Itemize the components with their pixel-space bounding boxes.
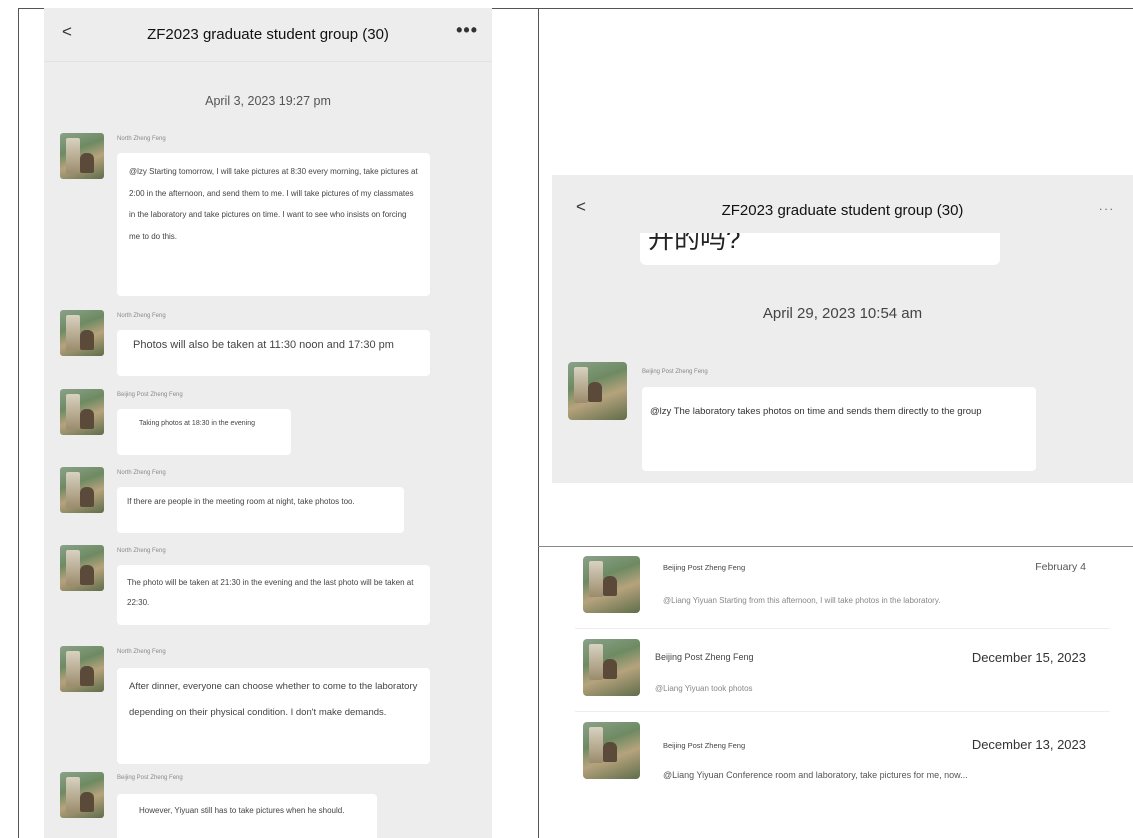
message-sender: North Zheng Feng <box>117 649 166 655</box>
back-button[interactable]: < <box>62 22 72 42</box>
message-bubble[interactable]: The photo will be taken at 21:30 in the … <box>117 565 430 625</box>
message-bubble[interactable]: @lzy The laboratory takes photos on time… <box>642 387 1036 471</box>
chat-title: ZF2023 graduate student group (30) <box>147 26 389 43</box>
result-preview: @Liang Yiyuan Conference room and labora… <box>663 770 968 780</box>
chat-timestamp: April 3, 2023 19:27 pm <box>205 94 331 108</box>
avatar[interactable] <box>568 362 627 420</box>
message-sender: Beijing Post Zheng Feng <box>117 775 183 781</box>
chat-header: < ZF2023 graduate student group (30) ••• <box>44 8 492 62</box>
message-sender: North Zheng Feng <box>117 548 166 554</box>
result-preview: @Liang Yiyuan took photos <box>655 684 753 693</box>
message-bubble[interactable]: @lzy Starting tomorrow, I will take pict… <box>117 153 430 296</box>
result-date: December 15, 2023 <box>971 650 1086 665</box>
message-bubble[interactable]: If there are people in the meeting room … <box>117 487 404 533</box>
frame-left-line <box>18 8 19 838</box>
avatar <box>583 722 640 779</box>
previous-message-bubble[interactable]: 开的吗? <box>640 233 1000 265</box>
back-button[interactable]: < <box>576 197 586 217</box>
message-bubble[interactable]: Photos will also be taken at 11:30 noon … <box>117 330 430 376</box>
left-chat-panel: < ZF2023 graduate student group (30) •••… <box>44 8 492 838</box>
message-bubble[interactable]: However, Yiyuan still has to take pictur… <box>117 794 377 838</box>
result-sender-name: Beijing Post Zheng Feng <box>663 563 746 572</box>
message-sender: Beijing Post Zheng Feng <box>117 392 183 398</box>
avatar[interactable] <box>60 545 104 591</box>
chat-title: ZF2023 graduate student group (30) <box>721 201 964 219</box>
avatar[interactable] <box>60 772 104 818</box>
avatar[interactable] <box>60 389 104 435</box>
frame-right-divider <box>538 546 1133 547</box>
message-sender: Beijing Post Zheng Feng <box>642 369 708 375</box>
list-item[interactable]: Beijing Post Zheng Feng December 15, 202… <box>575 632 1110 712</box>
result-preview: @Liang Yiyuan Starting from this afterno… <box>663 596 941 605</box>
message-sender: North Zheng Feng <box>117 470 166 476</box>
result-sender-name: Beijing Post Zheng Feng <box>663 741 746 750</box>
right-chat-panel: < ZF2023 graduate student group (30) ...… <box>552 175 1133 483</box>
list-item[interactable]: Beijing Post Zheng Feng December 13, 202… <box>575 715 1110 795</box>
message-bubble[interactable]: After dinner, everyone can choose whethe… <box>117 668 430 764</box>
search-results-list: Beijing Post Zheng Feng February 4 @Lian… <box>575 549 1110 795</box>
message-sender: North Zheng Feng <box>117 313 166 319</box>
result-sender-name: Beijing Post Zheng Feng <box>655 652 754 662</box>
result-date: February 4 <box>1035 561 1086 573</box>
avatar[interactable] <box>60 310 104 356</box>
previous-message-fragment: 开的吗? <box>648 233 741 254</box>
message-bubble[interactable]: Taking photos at 18:30 in the evening <box>117 409 291 455</box>
more-options-button[interactable]: ••• <box>456 20 478 41</box>
result-date: December 13, 2023 <box>971 737 1086 752</box>
message-sender: North Zheng Feng <box>117 136 166 142</box>
avatar[interactable] <box>60 646 104 692</box>
frame-center-line <box>538 8 539 838</box>
avatar[interactable] <box>60 133 104 179</box>
list-item[interactable]: Beijing Post Zheng Feng February 4 @Lian… <box>575 549 1110 629</box>
chat-timestamp: April 29, 2023 10:54 am <box>762 305 923 322</box>
more-options-button[interactable]: ... <box>1099 199 1115 213</box>
avatar[interactable] <box>60 467 104 513</box>
avatar <box>583 556 640 613</box>
avatar <box>583 639 640 696</box>
